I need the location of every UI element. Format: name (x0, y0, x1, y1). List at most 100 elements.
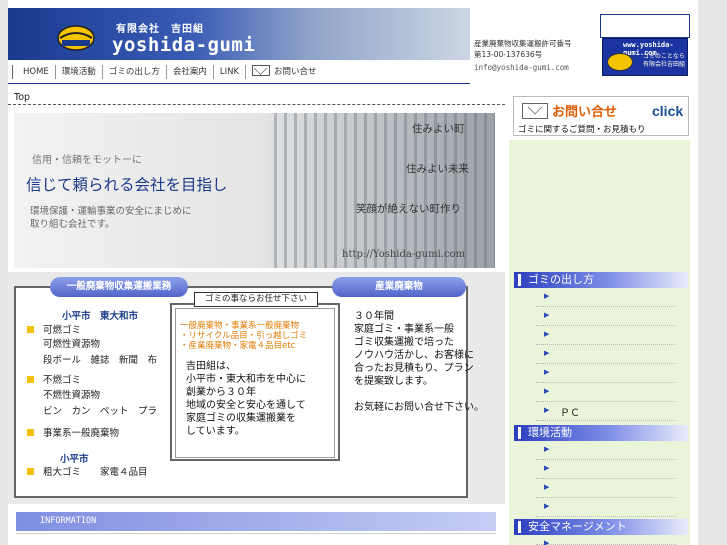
intro-line: 家庭ゴミの収集運搬業を (186, 413, 296, 424)
company-name-jp: 有限会社 吉田組 (116, 24, 204, 35)
hero-description: 環境保護・運輸事業の安全にまじめに 取り組む会社です。 (30, 205, 192, 231)
intro-line: 地域の安全と安心を通して (186, 400, 306, 411)
sidebar-link[interactable]: ▶ (536, 461, 676, 479)
arrow-icon: ▶ (544, 539, 550, 545)
hero-photo-shade (274, 113, 495, 268)
sidebar-link[interactable]: ▶ (536, 365, 676, 383)
list-item: 段ボール 雑誌 新聞 布 (43, 355, 158, 366)
industrial-description: ３０年間 家庭ゴミ・事業系一般 ゴミ収集運搬で培った ノウハウ活かし、お客様に … (354, 310, 484, 414)
list-item: 不燃ゴミ (27, 374, 81, 387)
nav-garbage-guide[interactable]: ゴミの出し方 (101, 65, 166, 79)
sidebar-link-pc[interactable]: ▶ ＰＣ (536, 403, 676, 421)
arrow-icon: ▶ (544, 483, 550, 491)
company-logo-icon (57, 25, 95, 51)
company-name-en[interactable]: yoshida-gumi (112, 34, 255, 56)
license-info: 産業廃棄物収集運搬許可番号 第13-00-137636号 (474, 38, 572, 60)
tab-general-waste[interactable]: 一般廃棄物収集運搬業務 (50, 277, 188, 297)
hero-phrase-1: 住みよい町 (412, 123, 465, 135)
sidebar-link[interactable]: ▶ (536, 327, 676, 345)
hero-phrase-3: 笑顔が絶えない町作り (356, 203, 461, 215)
email-address[interactable]: info@yoshida-gumi.com (474, 63, 569, 72)
banner-logo-icon (607, 53, 633, 71)
arrow-icon: ▶ (544, 311, 550, 319)
arrow-icon: ▶ (544, 292, 550, 300)
intro-line: しています。 (186, 426, 245, 437)
sidebar-link[interactable]: ▶ (536, 480, 676, 498)
sidebar-link[interactable]: ▶ (536, 536, 676, 545)
site-banner[interactable]: www.yoshida-gumi.com ゴミのことなら 有限会社吉田組 (602, 38, 688, 76)
arrow-icon: ▶ (544, 502, 550, 510)
license-line1: 産業廃棄物収集運搬許可番号 (474, 39, 572, 48)
nav-link[interactable]: LINK (212, 65, 245, 79)
hero-image: 信用・信頼をモットーに 信じて頼られる会社を目指し 環境保護・運輸事業の安全にま… (14, 113, 495, 268)
hero-desc-line1: 環境保護・運輸事業の安全にまじめに (30, 206, 192, 217)
sidebar-link[interactable]: ▶ (536, 289, 676, 307)
breadcrumb[interactable]: Top (14, 92, 30, 103)
desc-line: 合ったお見積もり、プラン (354, 363, 474, 374)
company-intro: 吉田組は、 小平市・東大和市を中心に 創業から３０年 地域の安全と安心を通して … (186, 360, 306, 438)
nav-contact-label: お問い合せ (274, 67, 317, 77)
nav-contact[interactable]: お問い合せ (245, 65, 323, 79)
bullet-icon (27, 468, 34, 475)
service-keywords: 一般廃棄物・事業系一般廃棄物 ・リサイクル品目・引っ越しゴミ ・産業廃棄物・家電… (180, 321, 307, 351)
keyword-line: ・産業廃棄物・家電４品目etc (180, 341, 296, 351)
mail-icon (252, 65, 271, 76)
sidebar-section-environment[interactable]: 環境活動 (514, 425, 688, 441)
sidebar-link[interactable]: ▶ (536, 346, 676, 364)
list-item: 粗大ゴミ 家電４品目 (27, 466, 148, 479)
desc-spacer (354, 388, 484, 401)
nav-company[interactable]: 会社案内 (165, 65, 213, 79)
area-title-kodaira: 小平市 (60, 454, 89, 465)
sidebar-link[interactable]: ▶ (536, 308, 676, 326)
desc-line: ３０年間 (354, 311, 394, 322)
site-header: 有限会社 吉田組 yoshida-gumi (8, 8, 470, 60)
list-item: 事業系一般廃棄物 (27, 427, 119, 440)
bullet-icon (27, 429, 34, 436)
contact-subtitle: ゴミに関するご質問・お見積もり (518, 125, 646, 135)
desc-line: 家庭ゴミ・事業系一般 (354, 324, 454, 335)
intro-line: 創業から３０年 (186, 387, 256, 398)
list-item: 可燃ゴミ (27, 324, 81, 337)
arrow-icon: ▶ (544, 330, 550, 338)
main-nav: HOME 環境活動 ゴミの出し方 会社案内 LINK お問い合せ (12, 64, 323, 80)
tab-industrial-waste[interactable]: 産業廃棄物 (332, 277, 466, 297)
contact-banner[interactable]: お問い合せ click ゴミに関するご質問・お見積もり (513, 96, 689, 136)
information-body (16, 533, 496, 545)
mail-icon (522, 103, 548, 119)
license-line2: 第13-00-137636号 (474, 50, 543, 59)
arrow-icon: ▶ (544, 387, 550, 395)
sidebar-link[interactable]: ▶ (536, 499, 676, 517)
bullet-icon (27, 376, 34, 383)
sidebar-section-safety[interactable]: 安全マネージメント (514, 519, 688, 535)
bullet-icon (27, 326, 34, 333)
information-header: INFORMATION (16, 512, 496, 531)
intro-line: 吉田組は、 (186, 361, 236, 372)
center-title: ゴミの事ならお任せ下さい (194, 292, 318, 307)
list-item: 可燃性資源物 (43, 339, 101, 350)
nav-home[interactable]: HOME (12, 65, 55, 79)
nav-environment[interactable]: 環境活動 (54, 65, 102, 79)
arrow-icon: ▶ (544, 368, 550, 376)
intro-line: 小平市・東大和市を中心に (186, 374, 306, 385)
arrow-icon: ▶ (544, 445, 550, 453)
desc-line: ゴミ収集運搬で培った (354, 337, 454, 348)
hero-headline: 信じて頼られる会社を目指し (26, 176, 228, 194)
arrow-icon: ▶ (544, 464, 550, 472)
search-box[interactable] (600, 14, 690, 38)
sidebar-section-garbage-guide[interactable]: ゴミの出し方 (514, 272, 688, 288)
sidebar-link[interactable]: ▶ (536, 384, 676, 402)
banner-tagline: ゴミのことなら 有限会社吉田組 (643, 53, 686, 68)
keyword-line: ・リサイクル品目・引っ越しゴミ (180, 331, 308, 341)
list-item: 不燃性資源物 (43, 390, 101, 401)
contact-title: お問い合せ (552, 105, 618, 120)
list-item: ビン カン ペット プラ (43, 406, 158, 417)
area-title-kodaira-higashiyamato: 小平市 東大和市 (62, 311, 139, 322)
hero-desc-line2: 取り組む会社です。 (30, 219, 115, 230)
desc-line: お気軽にお問い合せ下さい。 (354, 402, 484, 413)
sidebar-link[interactable]: ▶ (536, 442, 676, 460)
breadcrumb-divider (8, 104, 505, 105)
sidebar-panel (513, 160, 688, 252)
hero-url: http://Yoshida-gumi.com (342, 249, 466, 260)
arrow-icon: ▶ (544, 349, 550, 357)
desc-line: ノウハウ活かし、お客様に (354, 350, 474, 361)
